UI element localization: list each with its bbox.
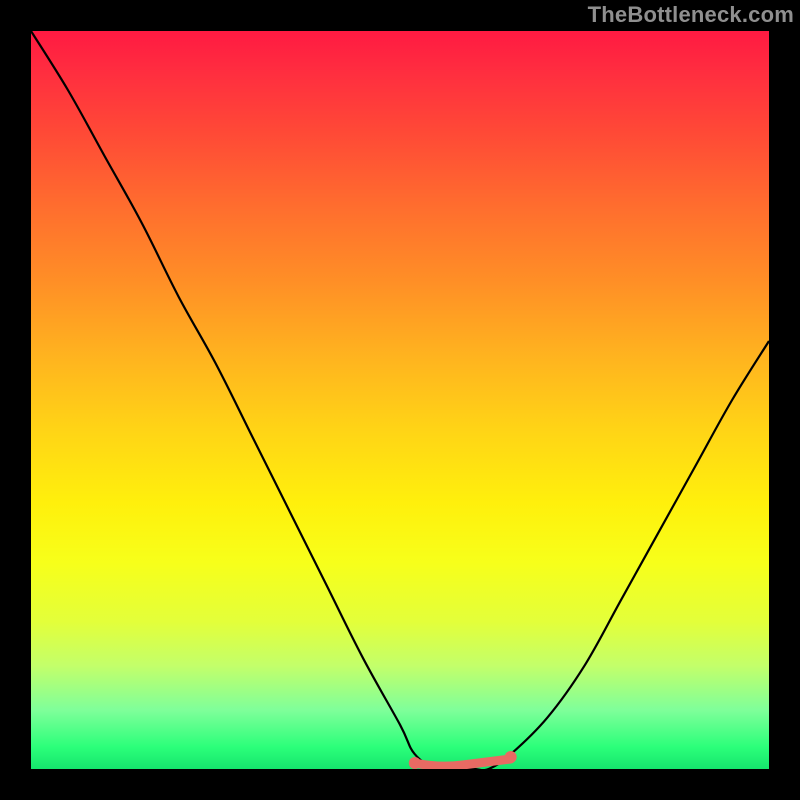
curve-path <box>31 31 769 769</box>
trough-dot <box>505 751 517 763</box>
chart-frame: TheBottleneck.com <box>0 0 800 800</box>
watermark-text: TheBottleneck.com <box>588 2 794 28</box>
trough-highlight <box>415 759 511 766</box>
plot-area <box>31 31 769 769</box>
trough-dot <box>409 757 421 769</box>
bottleneck-curve <box>31 31 769 769</box>
